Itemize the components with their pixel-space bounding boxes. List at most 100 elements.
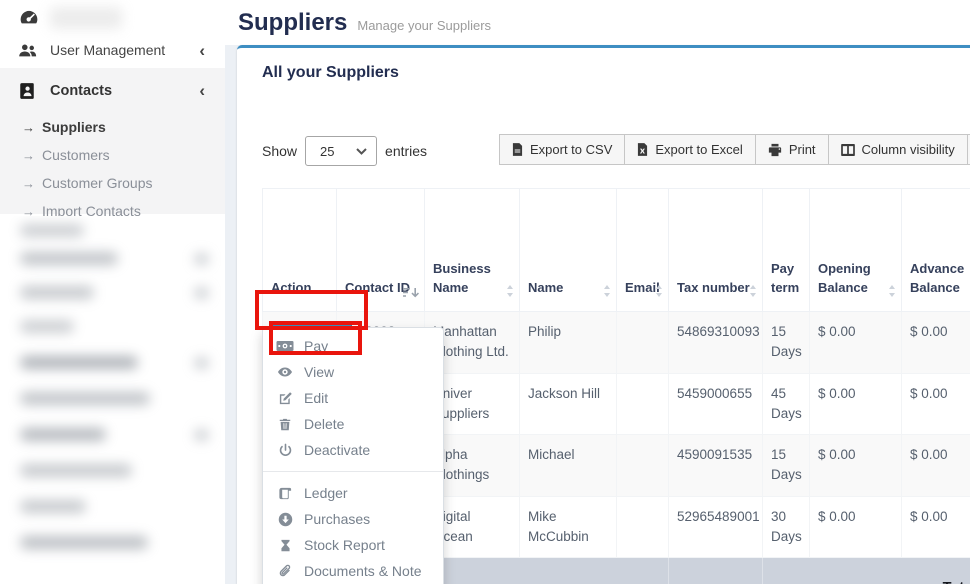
sidebar-item-blurred[interactable]: [20, 320, 74, 333]
sidebar-item-blurred[interactable]: [20, 392, 150, 405]
arrow-circle-down-icon: [276, 512, 294, 527]
sidebar-item-blurred[interactable]: [20, 428, 106, 441]
page-size-select[interactable]: 25: [305, 136, 377, 166]
sidebar-subitem-label: Customers: [42, 147, 110, 163]
blurred-logo: [50, 7, 122, 29]
sidebar-subitem-label: Customer Groups: [42, 175, 152, 191]
column-header-tax-number[interactable]: Tax number: [669, 189, 763, 312]
sidebar-item-contacts[interactable]: Contacts ‹: [0, 68, 225, 113]
menu-item-deactivate[interactable]: Deactivate: [263, 437, 443, 463]
content-header: Suppliers Manage your Suppliers: [225, 0, 970, 45]
sort-both-icon: [506, 285, 514, 297]
sidebar-item-blurred[interactable]: [20, 536, 148, 549]
sidebar-item-label: User Management: [50, 42, 165, 58]
table-header-row: Action Contact ID Business Name Name Ema…: [263, 189, 970, 312]
column-header-contact-id[interactable]: Contact ID: [337, 189, 425, 312]
menu-item-purchases[interactable]: Purchases: [263, 506, 443, 532]
eye-icon: [276, 364, 294, 380]
edit-icon: [276, 391, 294, 406]
arrow-right-icon: →: [22, 120, 35, 135]
cell-email: [617, 496, 669, 558]
export-csv-button[interactable]: Export to CSV: [499, 134, 625, 165]
chevron-left-icon: ‹: [199, 42, 205, 59]
chevron-blurred: [194, 357, 209, 369]
card-heading: All your Suppliers: [262, 64, 399, 82]
cell-name: Jackson Hill: [520, 373, 617, 435]
sidebar-section-contacts: Contacts ‹ → Suppliers → Customers → Cus…: [0, 68, 225, 214]
page-title: Suppliers: [238, 0, 347, 45]
column-header-business-name[interactable]: Business Name: [425, 189, 520, 312]
excel-file-icon: [637, 143, 648, 156]
cell-opening-balance: $ 0.00: [810, 312, 902, 374]
chevron-blurred: [194, 287, 209, 299]
sidebar-item-blurred[interactable]: [20, 252, 118, 265]
cell-advance-balance: $ 0.00: [902, 373, 970, 435]
sidebar-blurred-items: [0, 216, 225, 584]
sort-both-icon: [603, 285, 611, 297]
menu-item-stock-report[interactable]: Stock Report: [263, 532, 443, 558]
chevron-down-icon: [356, 148, 367, 155]
actions-dropdown-menu: Pay View Edit Delete Deactivate Led: [262, 327, 444, 584]
chevron-blurred: [194, 253, 209, 265]
sidebar-item-label: Contacts: [50, 83, 112, 99]
show-label: Show: [262, 143, 297, 159]
dashboard-icon: [18, 9, 40, 27]
cell-pay-term: 30 Days: [763, 496, 810, 558]
sidebar-item-suppliers[interactable]: → Suppliers: [0, 113, 225, 141]
column-header-advance-balance[interactable]: Advance Balance: [902, 189, 970, 312]
power-icon: [276, 443, 294, 458]
column-header-opening-balance[interactable]: Opening Balance: [810, 189, 902, 312]
show-entries-control: Show 25 entries: [262, 136, 427, 166]
print-button[interactable]: Print: [755, 134, 829, 165]
cell-opening-balance: $ 0.00: [810, 435, 902, 497]
cell-pay-term: 15 Days: [763, 435, 810, 497]
cell-pay-term: 15 Days: [763, 312, 810, 374]
arrow-right-icon: →: [22, 148, 35, 163]
sidebar-item-blurred[interactable]: [20, 464, 132, 477]
sidebar-item-dashboard[interactable]: [0, 0, 225, 36]
page-size-value: 25: [320, 144, 334, 159]
sidebar-item-blurred[interactable]: [20, 356, 138, 369]
column-header-action: Action: [263, 189, 337, 312]
paperclip-icon: [276, 564, 294, 579]
cell-email: [617, 312, 669, 374]
cell-name: Michael: [520, 435, 617, 497]
sidebar: User Management ‹ Contacts ‹ → Suppliers…: [0, 0, 225, 584]
csv-file-icon: [512, 143, 523, 156]
sidebar-item-customers[interactable]: → Customers: [0, 141, 225, 169]
cell-opening-balance: $ 0.00: [810, 496, 902, 558]
export-excel-button[interactable]: Export to Excel: [624, 134, 755, 165]
sidebar-item-blurred[interactable]: [20, 286, 94, 299]
menu-item-pay[interactable]: Pay: [263, 333, 443, 359]
column-visibility-button[interactable]: Column visibility: [828, 134, 968, 165]
cell-tax-number: 52965489001: [669, 496, 763, 558]
menu-item-delete[interactable]: Delete: [263, 411, 443, 437]
menu-divider: [263, 471, 443, 472]
sort-both-icon: [749, 285, 757, 297]
sidebar-item-blurred[interactable]: [20, 500, 86, 513]
column-header-email[interactable]: Email: [617, 189, 669, 312]
address-book-icon: [18, 82, 40, 100]
chevron-left-icon: ‹: [199, 82, 205, 99]
entries-label: entries: [385, 143, 427, 159]
menu-item-view[interactable]: View: [263, 359, 443, 385]
page-subtitle: Manage your Suppliers: [357, 18, 491, 33]
sort-both-icon: [888, 285, 896, 297]
menu-item-ledger[interactable]: Ledger: [263, 480, 443, 506]
cell-opening-balance: $ 0.00: [810, 373, 902, 435]
column-header-pay-term[interactable]: Pay term: [763, 189, 810, 312]
cell-name: Mike McCubbin: [520, 496, 617, 558]
footer-total-label: Total:: [763, 558, 970, 584]
sidebar-item-customer-groups[interactable]: → Customer Groups: [0, 169, 225, 197]
column-header-name[interactable]: Name: [520, 189, 617, 312]
menu-item-documents-note[interactable]: Documents & Note: [263, 558, 443, 584]
sidebar-item-user-management[interactable]: User Management ‹: [0, 34, 225, 66]
cell-email: [617, 435, 669, 497]
printer-icon: [768, 143, 782, 157]
export-button-group: Export to CSV Export to Excel Print Colu…: [500, 134, 970, 165]
ledger-scroll-icon: [276, 486, 294, 501]
sidebar-item-blurred[interactable]: [20, 224, 84, 237]
menu-item-edit[interactable]: Edit: [263, 385, 443, 411]
sort-desc-icon: [403, 287, 419, 299]
cell-email: [617, 373, 669, 435]
